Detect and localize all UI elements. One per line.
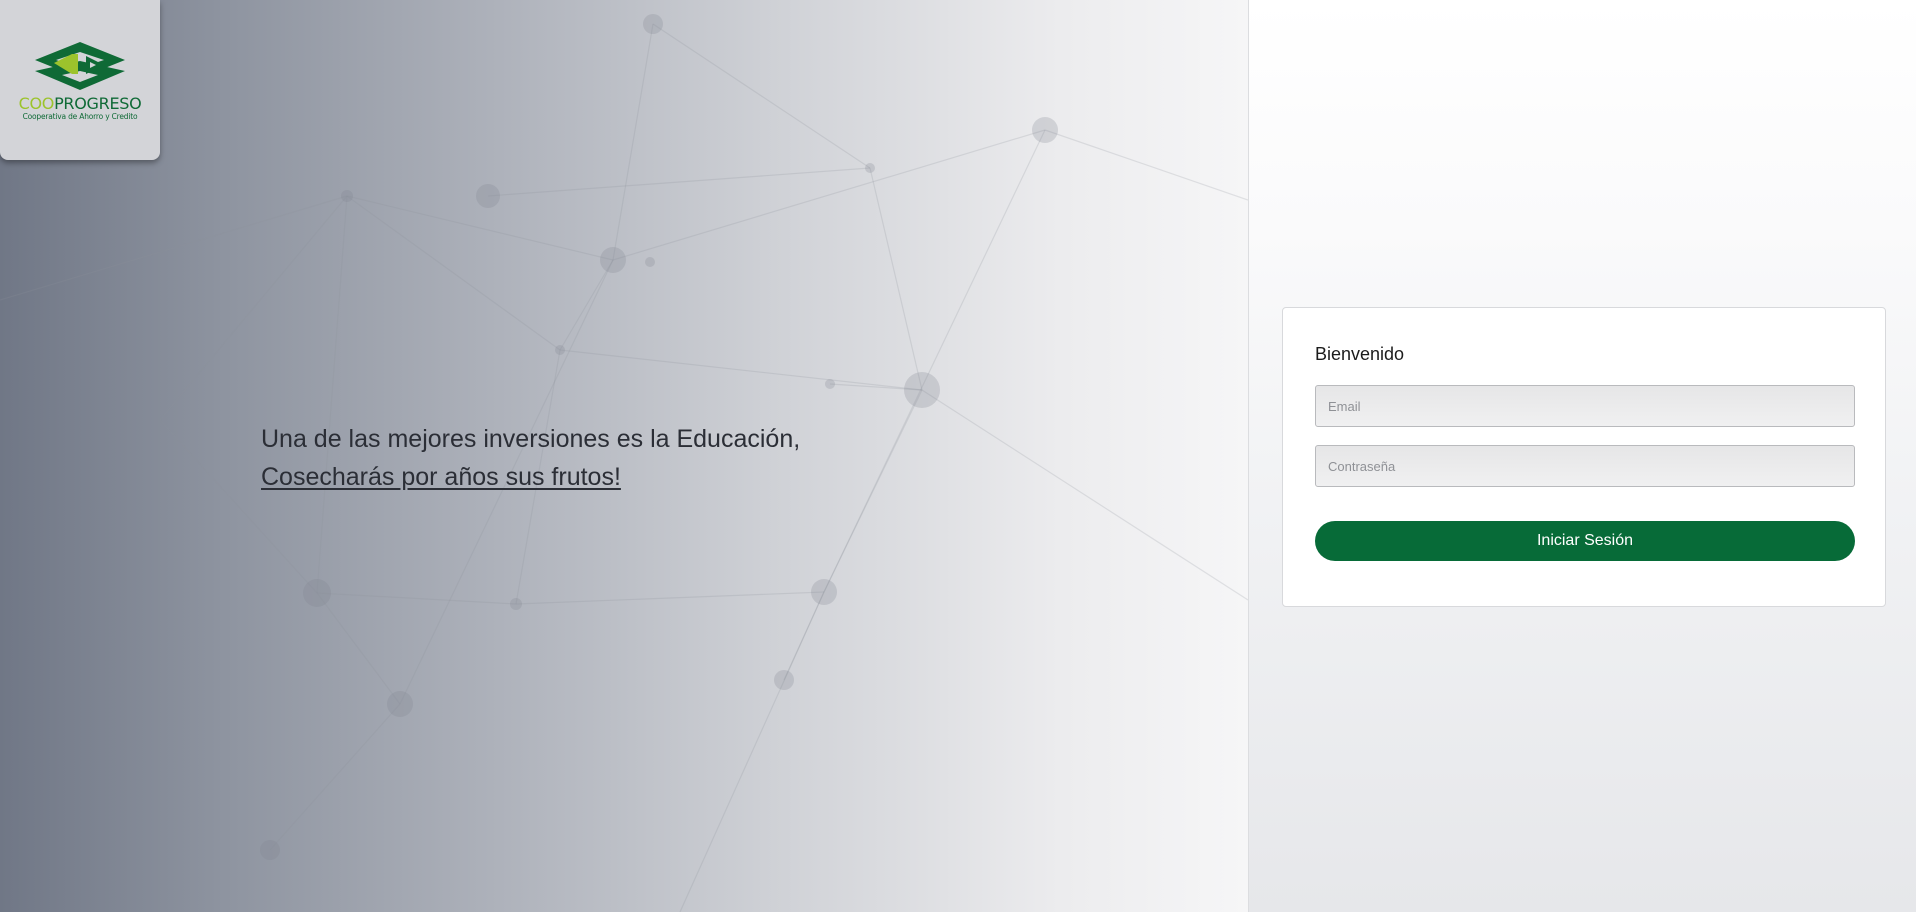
brand-name-part1: COO bbox=[18, 94, 55, 113]
login-button[interactable]: Iniciar Sesión bbox=[1315, 521, 1855, 561]
hero-panel: COOPROGRESO Cooperativa de Ahorro y Cred… bbox=[0, 0, 1248, 912]
brand-subtitle: Cooperativa de Ahorro y Credito bbox=[22, 112, 138, 121]
brand-name: COOPROGRESO bbox=[19, 95, 142, 112]
email-field[interactable] bbox=[1315, 385, 1855, 427]
login-page: COOPROGRESO Cooperativa de Ahorro y Cred… bbox=[0, 0, 1916, 912]
login-title: Bienvenido bbox=[1315, 344, 1405, 364]
login-form: Bienvenido Iniciar Sesión bbox=[1282, 307, 1886, 607]
brand-logo[interactable]: COOPROGRESO Cooperativa de Ahorro y Cred… bbox=[0, 0, 160, 160]
brand-name-part2: PROGRESO bbox=[54, 94, 142, 113]
hero-slogan: Una de las mejores inversiones es la Edu… bbox=[261, 420, 800, 496]
hero-line-2-link[interactable]: Cosecharás por años sus frutos! bbox=[261, 463, 621, 491]
password-field[interactable] bbox=[1315, 445, 1855, 487]
hero-line-1: Una de las mejores inversiones es la Edu… bbox=[261, 425, 801, 453]
cooprogreso-logo-icon bbox=[35, 42, 125, 90]
